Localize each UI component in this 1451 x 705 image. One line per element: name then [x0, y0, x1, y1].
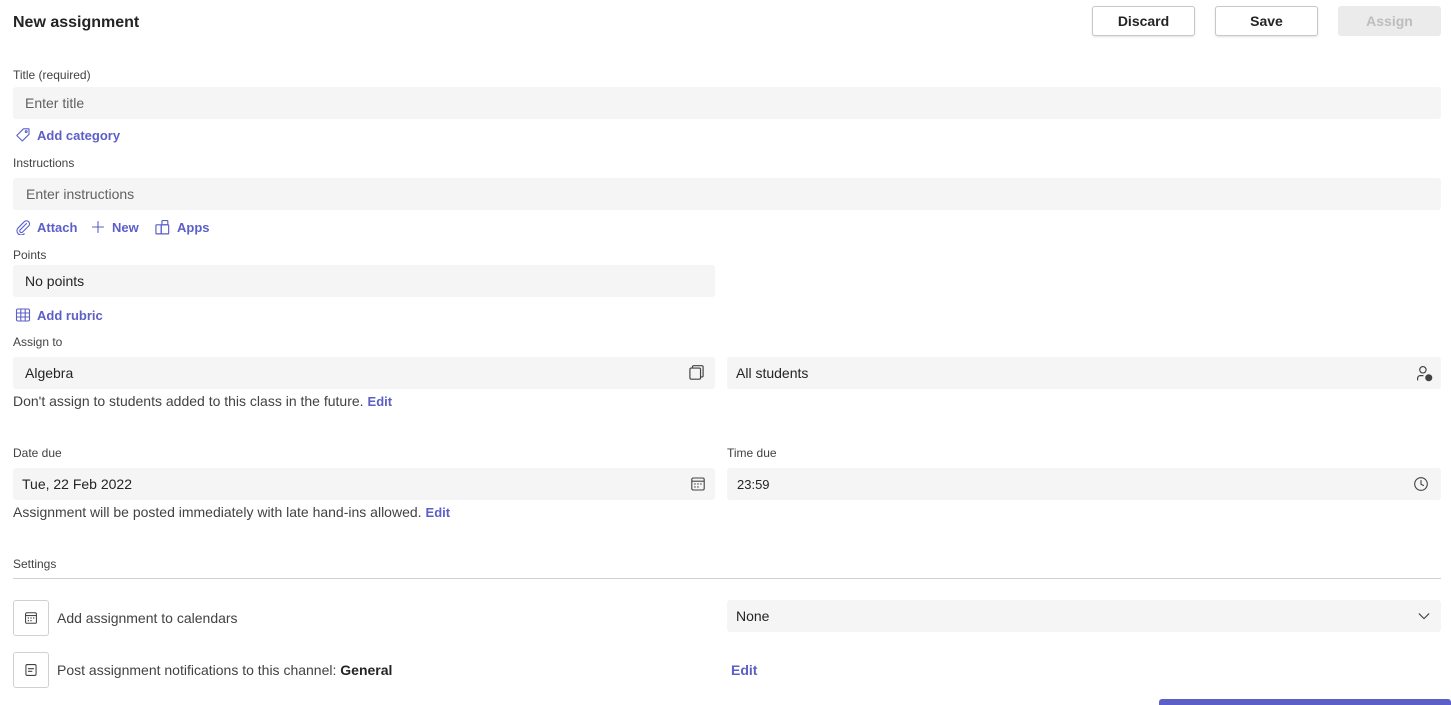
calendar-select[interactable]: None — [727, 600, 1441, 632]
attach-button[interactable]: Attach — [15, 219, 77, 235]
assign-to-edit-link[interactable]: Edit — [368, 394, 393, 409]
apps-label: Apps — [177, 220, 210, 235]
save-button[interactable]: Save — [1215, 6, 1318, 36]
instructions-input[interactable]: Enter instructions — [13, 178, 1441, 210]
calendar-setting-icon-box — [13, 600, 49, 636]
calendar-icon[interactable] — [690, 476, 706, 492]
title-label: Title (required) — [13, 68, 91, 82]
assign-to-label: Assign to — [13, 335, 63, 349]
assign-button[interactable]: Assign — [1338, 6, 1441, 36]
class-select[interactable]: Algebra — [13, 357, 715, 389]
tag-icon — [15, 127, 31, 143]
note-icon — [24, 663, 38, 677]
chevron-down-icon[interactable] — [1417, 609, 1431, 623]
bottom-accent-bar — [1159, 699, 1451, 705]
channel-setting-label: Post assignment notifications to this ch… — [57, 662, 392, 678]
calendar-select-value: None — [736, 608, 770, 624]
attach-label: Attach — [37, 219, 78, 235]
page-title: New assignment — [13, 14, 140, 31]
date-due-value: Tue, 22 Feb 2022 — [22, 476, 133, 492]
title-placeholder: Enter title — [25, 95, 85, 111]
person-settings-icon[interactable] — [1416, 365, 1433, 382]
channel-name: General — [340, 662, 393, 678]
copy-icon[interactable] — [688, 364, 705, 381]
assign-to-helper: Don't assign to students added to this c… — [13, 393, 392, 409]
time-due-value: 23:59 — [737, 476, 770, 492]
instructions-placeholder: Enter instructions — [26, 186, 135, 202]
date-due-label: Date due — [13, 446, 62, 460]
title-input[interactable]: Enter title — [13, 87, 1441, 119]
students-value: All students — [736, 365, 809, 381]
points-input[interactable]: No points — [13, 265, 715, 297]
add-category-link[interactable]: Add category — [15, 127, 120, 143]
students-select[interactable]: All students — [727, 357, 1441, 389]
grid-icon — [15, 307, 31, 323]
settings-label: Settings — [13, 557, 57, 571]
apps-button[interactable]: Apps — [154, 219, 210, 236]
instructions-label: Instructions — [13, 156, 75, 170]
new-label: New — [112, 219, 139, 235]
class-value: Algebra — [25, 365, 74, 381]
new-button[interactable]: New — [90, 219, 139, 235]
channel-edit-link[interactable]: Edit — [731, 662, 757, 678]
points-label: Points — [13, 248, 47, 262]
channel-setting-prefix: Post assignment notifications to this ch… — [57, 662, 337, 678]
plus-icon — [90, 219, 106, 235]
channel-edit-label: Edit — [731, 662, 758, 678]
due-edit-link[interactable]: Edit — [426, 505, 451, 520]
points-value: No points — [25, 273, 85, 289]
apps-icon — [154, 219, 171, 236]
time-due-input[interactable]: 23:59 — [727, 468, 1441, 500]
notification-setting-icon-box — [13, 652, 49, 688]
add-category-label: Add category — [37, 127, 121, 143]
calendar-icon — [24, 611, 38, 625]
add-rubric-link[interactable]: Add rubric — [15, 307, 103, 323]
date-due-input[interactable]: Tue, 22 Feb 2022 — [13, 468, 715, 500]
due-helper-text: Assignment will be posted immediately wi… — [13, 504, 422, 520]
time-due-label: Time due — [727, 446, 777, 460]
paperclip-icon — [15, 219, 31, 235]
due-helper: Assignment will be posted immediately wi… — [13, 504, 450, 520]
calendar-setting-label: Add assignment to calendars — [57, 610, 238, 626]
discard-button[interactable]: Discard — [1092, 6, 1195, 36]
add-rubric-label: Add rubric — [37, 307, 103, 323]
clock-icon[interactable] — [1413, 476, 1429, 492]
settings-divider — [13, 578, 1441, 579]
assign-to-helper-text: Don't assign to students added to this c… — [13, 393, 364, 409]
